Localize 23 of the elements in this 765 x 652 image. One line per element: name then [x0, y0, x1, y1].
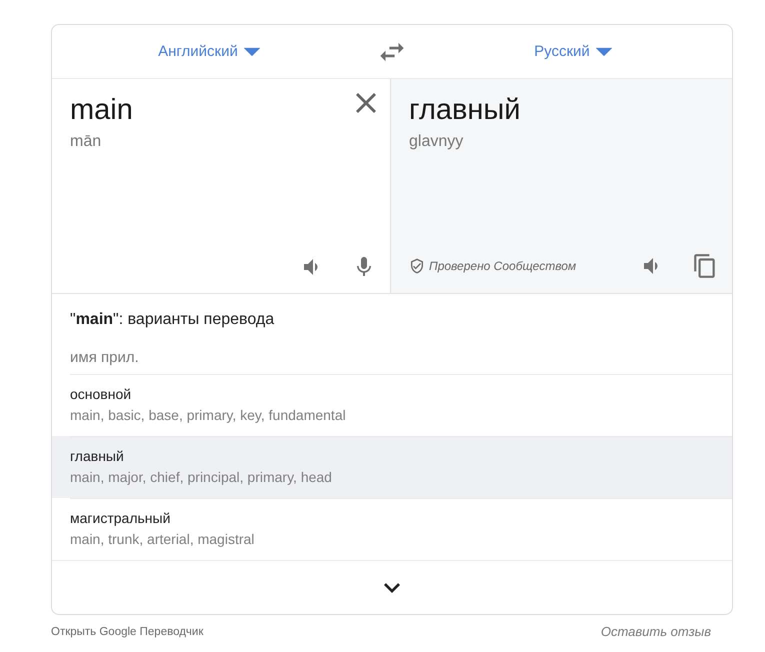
source-transliteration: mān — [70, 132, 102, 152]
translation-text: главный — [409, 93, 522, 128]
clear-button[interactable] — [356, 93, 376, 113]
source-language-button[interactable]: Английский — [158, 38, 262, 66]
entry-term: основной — [70, 385, 132, 404]
verified-label: Проверено Сообществом — [429, 259, 576, 273]
target-language-button[interactable]: Русский — [534, 38, 614, 66]
translation-transliteration: glavnyy — [409, 132, 464, 152]
entry-synonyms: main, trunk, arterial, magistral — [70, 530, 256, 549]
feedback-link[interactable]: Оставить отзыв — [600, 624, 711, 639]
open-translator-link[interactable]: Открыть Google Переводчик — [51, 626, 204, 638]
entry-term: главный — [70, 447, 125, 466]
close-icon — [356, 93, 376, 113]
shield-check-icon — [409, 258, 425, 274]
entry-term: магистральный — [70, 509, 172, 528]
dictionary-heading: "main": варианты перевода — [69, 310, 276, 330]
translation-entry[interactable]: главный main, major, chief, principal, primary, head — [52, 436, 732, 498]
source-text: main — [70, 93, 133, 128]
copy-icon — [692, 253, 718, 279]
entry-synonyms: main, basic, base, primary, key, fundamental — [70, 406, 347, 425]
entry-synonyms: main, major, chief, principal, primary, head — [70, 468, 333, 487]
copy-button[interactable] — [692, 253, 718, 279]
part-of-speech: имя прил. — [69, 348, 140, 368]
